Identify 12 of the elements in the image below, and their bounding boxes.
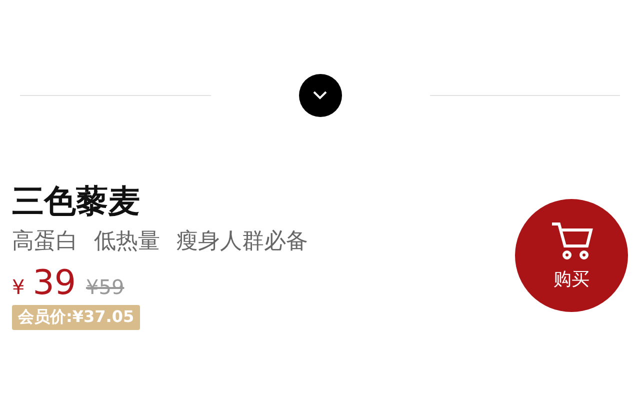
member-price-badge: 会员价:¥37.05	[12, 305, 140, 330]
chevron-down-icon	[313, 91, 327, 100]
price: 39	[32, 263, 76, 303]
product-title: 三色藜麦	[12, 181, 141, 221]
product-tag: 低热量	[94, 227, 160, 257]
currency-symbol: ¥	[12, 275, 25, 299]
expand-button[interactable]	[298, 74, 342, 117]
cart-icon	[550, 220, 594, 260]
original-price: ¥59	[86, 275, 124, 299]
product-tag: 瘦身人群必备	[176, 227, 308, 257]
buy-button[interactable]: 购买	[515, 199, 628, 312]
product-tag: 高蛋白	[12, 227, 78, 257]
